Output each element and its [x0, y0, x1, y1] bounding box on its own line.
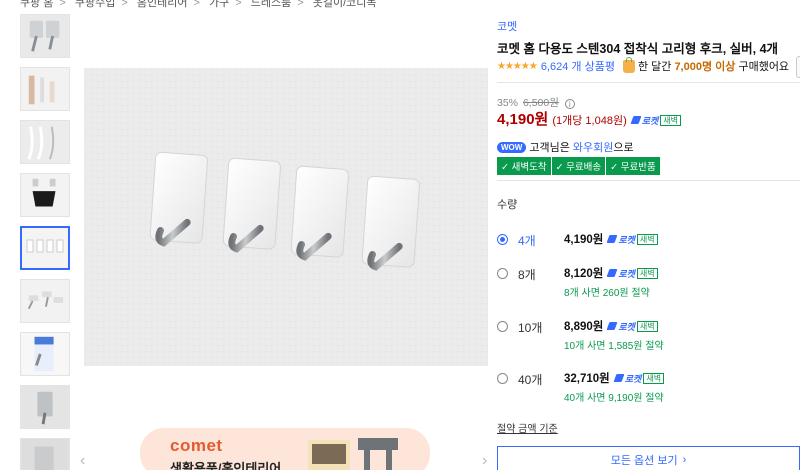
option-price: 32,710원 [564, 373, 610, 385]
rocket-icon [613, 374, 625, 382]
wow-member-row: WOW 고객님은 와우회원 으로 [497, 139, 634, 155]
option-saving: 40개 사면 9,190원 절약 [564, 393, 664, 404]
share-button[interactable] [796, 56, 800, 78]
breadcrumb-item[interactable]: 쿠팡수입 [75, 0, 115, 9]
prev-arrow-icon[interactable]: ‹ [80, 452, 85, 470]
chevron-right-icon: › [682, 454, 687, 466]
divider [497, 82, 800, 83]
rocket-delivery-badge: 로켓 새벽 [613, 372, 665, 385]
thumbnail-more[interactable] [20, 438, 70, 470]
thumbnail-list [20, 14, 72, 470]
shopping-bag-icon [622, 56, 635, 73]
radio-button[interactable] [497, 321, 508, 332]
thumbnail-cables[interactable] [20, 120, 70, 164]
rocket-icon [606, 269, 618, 277]
star-rating-icon: ★★★★★ [497, 60, 538, 72]
quantity-option-40[interactable]: 40개 32,710원 로켓 새벽 40개 사면 9,190원 절약 [497, 370, 800, 404]
quantity-option-8[interactable]: 8개 8,120원 로켓 새벽 8개 사면 260원 절약 [497, 265, 800, 299]
wow-badge: WOW [497, 141, 527, 153]
banner-brand: comet [170, 436, 223, 455]
brand-link[interactable]: 코멧 [497, 18, 517, 34]
option-quantity: 8개 [518, 268, 536, 282]
benefit-dawn-delivery: ✓ 새벽도착 [497, 157, 551, 175]
thumbnail-single-hook[interactable] [20, 385, 70, 429]
saving-basis-link[interactable]: 절약 금액 기준 [497, 420, 558, 435]
option-saving: 8개 사면 260원 절약 [564, 288, 650, 299]
product-title: 코멧 홈 다용도 스텐304 접착식 고리형 후크, 실버, 4개 [497, 42, 779, 56]
banner-subtitle: 생활용품/홈인테리어 [170, 461, 282, 470]
rocket-delivery-badge: 로켓 새벽 [630, 114, 682, 127]
radio-button[interactable] [497, 268, 508, 279]
quantity-option-4[interactable]: 4개 4,190원 로켓 새벽 [497, 231, 800, 249]
radio-button[interactable] [497, 234, 508, 245]
option-price: 8,120원 [564, 268, 604, 280]
purchase-count-text: 한 달간 7,000명 이상 구매했어요 [637, 61, 790, 73]
sale-price: 4,190원 [497, 111, 549, 128]
rating-row: ★★★★★ 6,624 개 상품평 한 달간 7,000명 이상 구매했어요 [497, 56, 790, 74]
rocket-icon [630, 116, 642, 124]
rocket-icon [606, 322, 618, 330]
breadcrumb-item[interactable]: 가구 [209, 0, 229, 9]
banner-products-image [308, 438, 398, 470]
rocket-delivery-badge: 로켓 새벽 [606, 233, 658, 246]
thumbnail-mask[interactable] [20, 173, 70, 217]
rocket-icon [606, 235, 618, 243]
rocket-delivery-badge: 로켓 새벽 [606, 267, 658, 280]
breadcrumb-item[interactable]: 쿠팡 홈 [20, 0, 53, 9]
next-arrow-icon[interactable]: › [482, 452, 487, 470]
option-quantity: 40개 [518, 373, 543, 387]
breadcrumb: 쿠팡 홈 > 쿠팡수입 > 홈인테리어 > 가구 > 드레스룸 > 옷걸이/코디목 [20, 0, 377, 10]
main-product-image[interactable] [84, 68, 488, 366]
benefit-free-shipping: ✓ 무료배송 [551, 157, 606, 175]
wow-member-link[interactable]: 와우회원 [573, 139, 613, 155]
option-quantity: 4개 [518, 234, 536, 248]
price-row: 4,190원 (1개당 1,048원) 로켓 새벽 [497, 108, 682, 129]
unit-price: (1개당 1,048원) [552, 115, 627, 127]
thumbnail-package[interactable] [20, 332, 70, 376]
rocket-delivery-badge: 로켓 새벽 [606, 320, 658, 333]
benefit-badges: ✓ 새벽도착 ✓ 무료배송 ✓ 무료반품 [497, 157, 661, 175]
thumbnail-hooks-pair[interactable] [20, 14, 70, 58]
all-options-button[interactable]: 모든 옵션 보기 › [497, 446, 800, 470]
radio-button[interactable] [497, 373, 508, 384]
option-quantity: 10개 [518, 321, 543, 335]
quantity-option-10[interactable]: 10개 8,890원 로켓 새벽 10개 사면 1,585원 절약 [497, 318, 800, 352]
quantity-label: 수량 [497, 199, 518, 211]
option-saving: 10개 사면 1,585원 절약 [564, 341, 664, 352]
benefit-free-return: ✓ 무료반품 [606, 157, 660, 175]
option-price: 4,190원 [564, 234, 604, 246]
thumbnail-hooks-scattered[interactable] [20, 279, 70, 323]
thumbnail-bathroom[interactable] [20, 67, 70, 111]
breadcrumb-item[interactable]: 홈인테리어 [137, 0, 188, 9]
brand-banner[interactable]: comet 생활용품/홈인테리어 [140, 428, 430, 470]
thumbnail-four-hooks[interactable] [20, 226, 70, 270]
review-count-link[interactable]: 6,624 개 상품평 [541, 58, 615, 74]
breadcrumb-item[interactable]: 옷걸이/코디목 [313, 0, 377, 9]
breadcrumb-item[interactable]: 드레스룸 [251, 0, 291, 9]
option-price: 8,890원 [564, 321, 604, 333]
divider [497, 180, 800, 181]
